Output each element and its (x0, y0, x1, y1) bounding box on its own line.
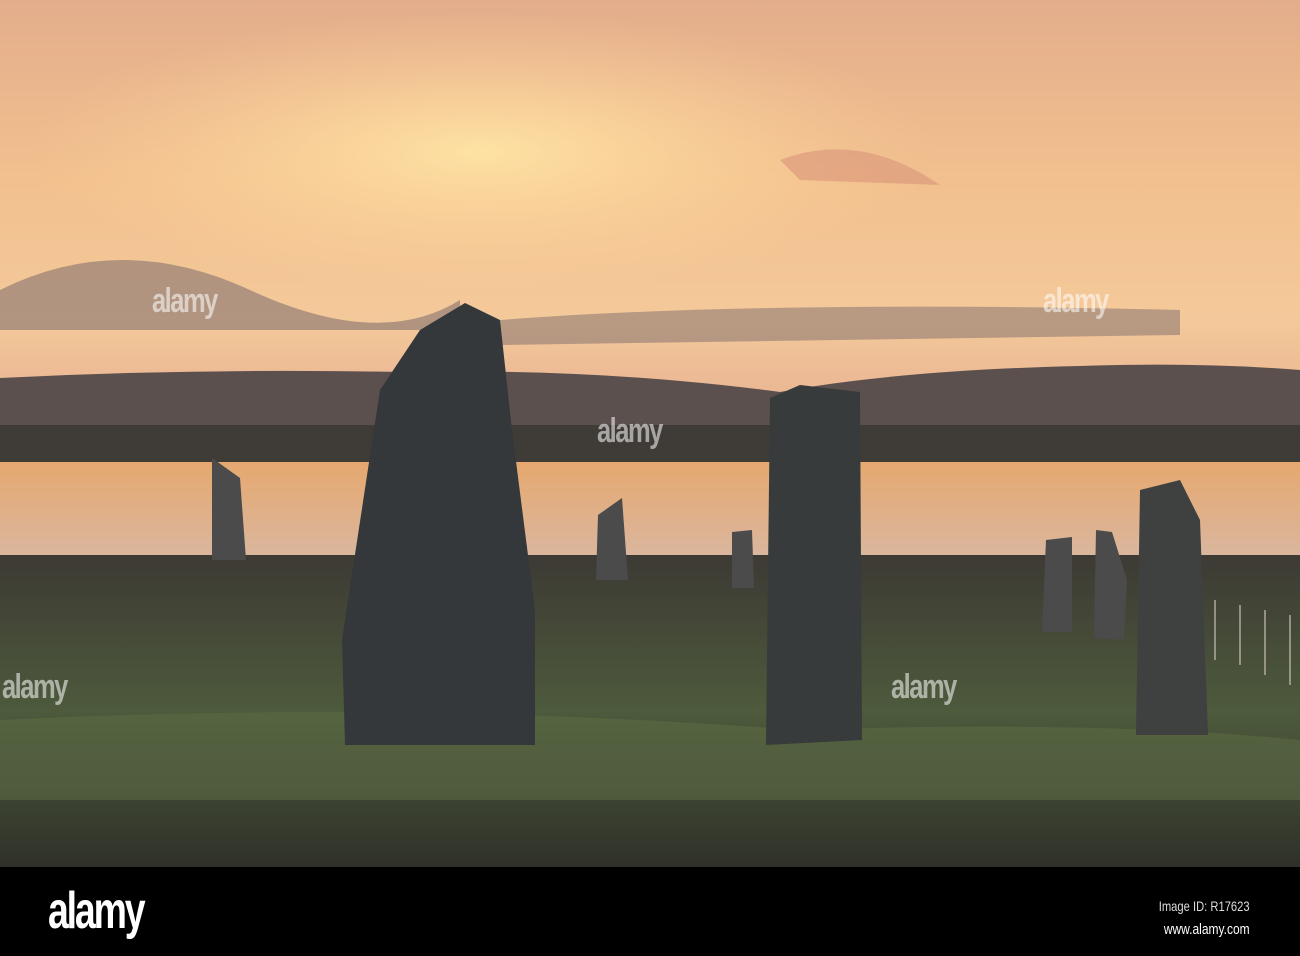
image-id: Image ID: R17623 (1159, 898, 1250, 914)
footer-bar: alamy Image ID: R17623 www.alamy.com (0, 867, 1300, 956)
watermark: alamy (2, 668, 68, 706)
watermark: alamy (152, 282, 218, 320)
alamy-logo: alamy (48, 882, 146, 940)
watermark: alamy (1043, 282, 1109, 320)
site-url: www.alamy.com (1164, 921, 1250, 938)
watermark: alamy (597, 412, 663, 450)
image-meta: Image ID: R17623 www.alamy.com (1159, 894, 1250, 942)
stock-photo: alamy alamy alamy alamy alamy alamy Imag… (0, 0, 1300, 956)
watermark: alamy (891, 668, 957, 706)
